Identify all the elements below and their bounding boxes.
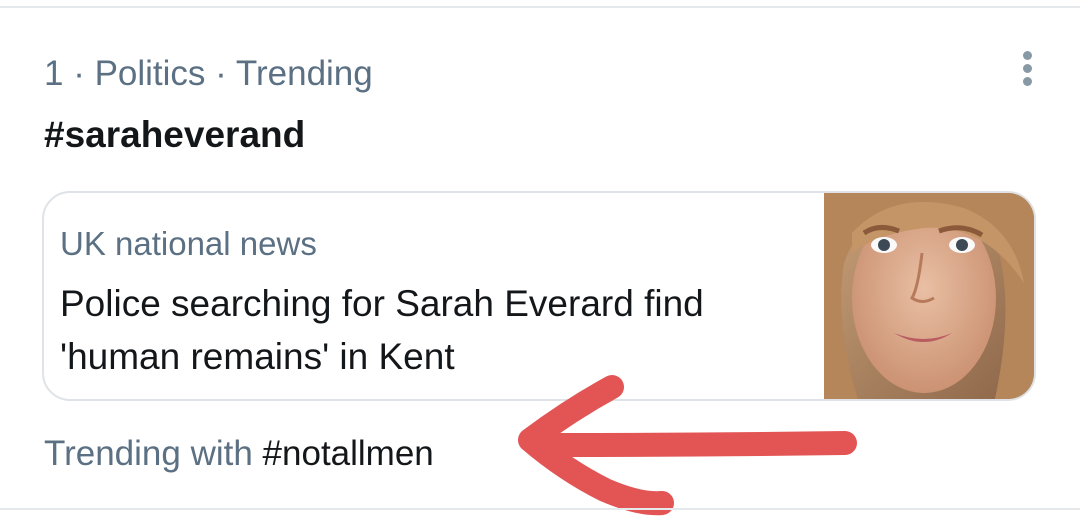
news-thumbnail [824,193,1034,399]
news-source: UK national news [60,225,317,262]
news-headline: Police searching for Sarah Everard find … [60,283,704,377]
more-vertical-icon [1023,51,1032,60]
trending-screen: 1 · Politics · Trending #saraheverand UK… [0,0,1080,523]
trending-with[interactable]: Trending with #notallmen [44,432,434,476]
trending-with-hashtag[interactable]: #notallmen [263,434,434,473]
more-vertical-icon-dot [1023,64,1032,73]
trend-meta: 1 · Politics · Trending [44,54,373,93]
news-card[interactable]: UK national news Police searching for Sa… [42,191,1036,401]
more-options-button[interactable] [1008,46,1048,90]
trend-item[interactable]: 1 · Politics · Trending #saraheverand UK… [0,8,1080,508]
bottom-divider [0,508,1080,510]
trend-hashtag: #saraheverand [44,114,306,155]
trending-with-label: Trending with [44,434,253,473]
more-vertical-icon-dot [1023,77,1032,86]
